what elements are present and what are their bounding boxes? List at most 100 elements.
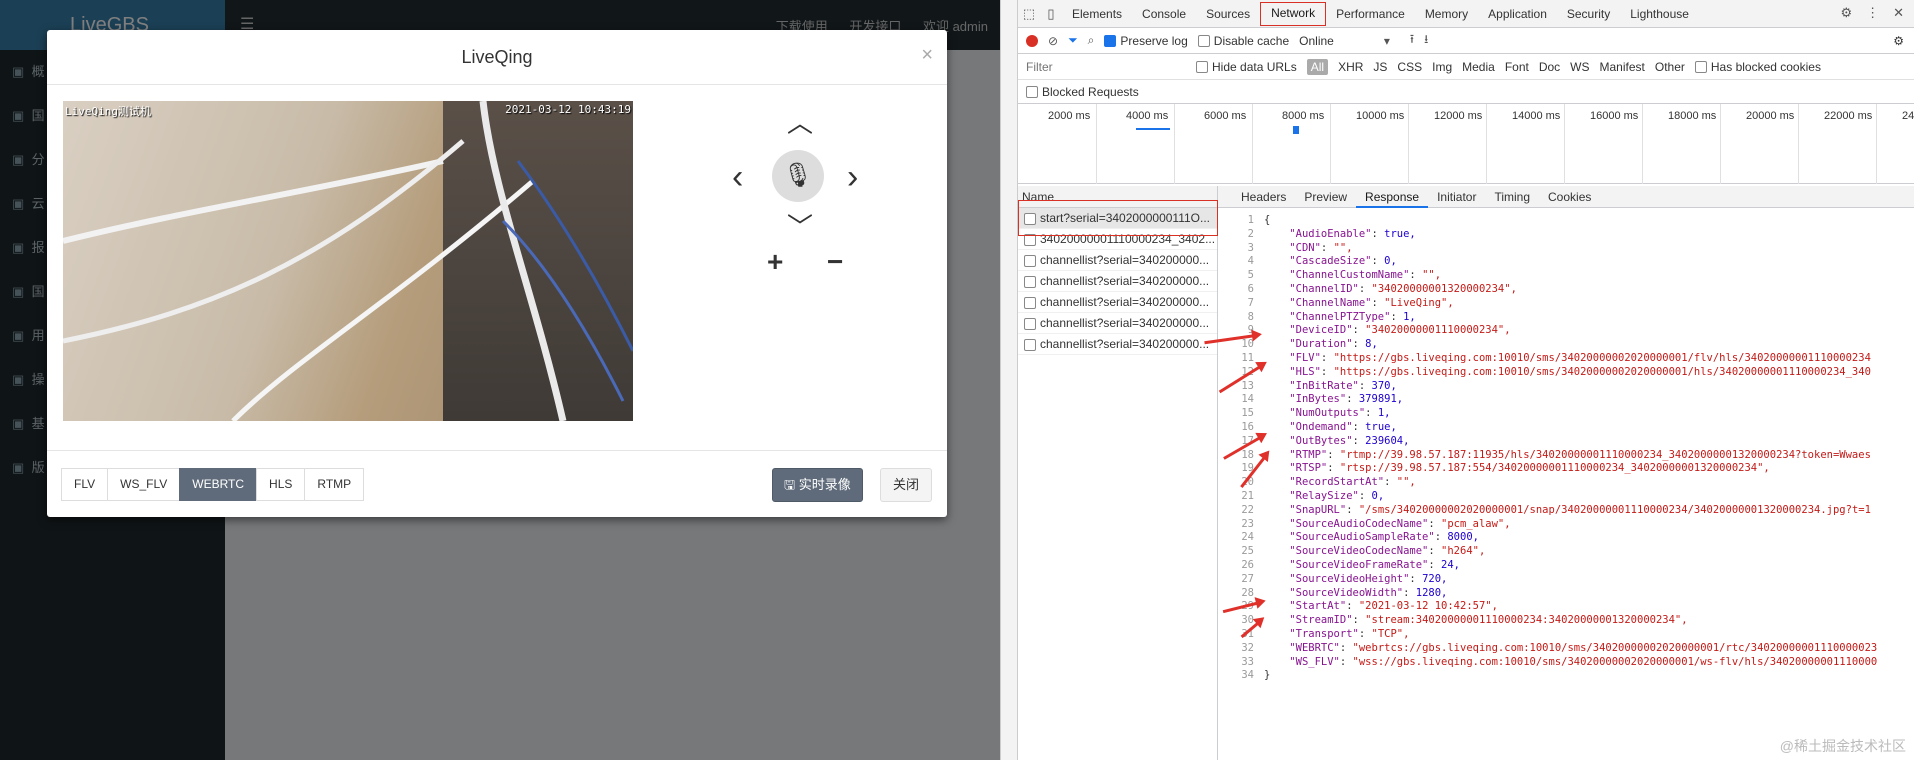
throttle-select[interactable]: Online (1299, 34, 1334, 48)
response-line: } (1264, 669, 1271, 682)
chevron-down-icon[interactable]: ﹀ (787, 214, 813, 240)
hide-data-urls-label: Hide data URLs (1212, 59, 1297, 74)
tab-elements[interactable]: Elements (1062, 0, 1132, 28)
timeline-tick: 24 (1902, 110, 1914, 122)
response-line: "ChannelName": "LiveQing", (1289, 296, 1454, 309)
type-filter-all[interactable]: All (1306, 58, 1329, 75)
response-line: "ChannelPTZType": 1, (1289, 310, 1416, 323)
disable-cache-checkbox[interactable] (1197, 34, 1210, 47)
zoom-in-button[interactable]: + (767, 248, 783, 276)
response-line: { (1264, 214, 1271, 226)
chevron-left-icon[interactable]: ‹ (732, 160, 743, 194)
close-icon[interactable]: × (921, 30, 933, 80)
inspect-icon[interactable]: ⬚ (1018, 6, 1040, 22)
request-row[interactable]: channellist?serial=340200000... (1018, 250, 1217, 271)
request-row[interactable]: channellist?serial=340200000... (1018, 334, 1217, 355)
tab-performance[interactable]: Performance (1326, 0, 1415, 28)
type-filter-font[interactable]: Font (1505, 60, 1529, 74)
devtools-tabbar: ⬚ ▯ Elements Console Sources Network Per… (1018, 0, 1914, 28)
type-filter-media[interactable]: Media (1462, 60, 1495, 74)
record-icon[interactable] (1026, 34, 1038, 47)
zoom-out-button[interactable]: − (827, 248, 843, 276)
tab-application[interactable]: Application (1478, 0, 1557, 28)
response-line: "Ondemand": true, (1289, 421, 1397, 433)
type-filter-js[interactable]: JS (1373, 60, 1387, 74)
response-line: "DeviceID": "34020000001110000234", (1289, 324, 1511, 337)
request-row[interactable]: channellist?serial=340200000... (1018, 271, 1217, 292)
format-button-hls[interactable]: HLS (256, 468, 306, 501)
response-body[interactable]: 1 {2 "AudioEnable": true, 3 "CDN": "", 4 "C… (1218, 214, 1914, 754)
response-line: "WEBRTC": "webrtcs://gbs.liveqing.com:10… (1289, 641, 1878, 654)
line-number: 11 (1241, 352, 1254, 364)
response-line: "SnapURL": "/sms/34020000002020000001/sn… (1289, 503, 1871, 516)
modal-footer: FLV WS_FLV WEBRTC HLS RTMP 🖫 实时录像 关闭 (47, 450, 947, 517)
hide-data-urls-checkbox[interactable] (1196, 60, 1208, 73)
type-filter-img[interactable]: Img (1432, 60, 1452, 74)
response-line: "SourceVideoHeight": 720, (1289, 572, 1448, 585)
has-blocked-cookies-checkbox[interactable] (1694, 60, 1707, 73)
tab-response[interactable]: Response (1356, 186, 1429, 208)
network-timeline[interactable]: 2000 ms 4000 ms 6000 ms 8000 ms 10000 ms… (1018, 104, 1914, 184)
tab-preview[interactable]: Preview (1295, 186, 1356, 208)
filter-icon[interactable]: ⏷ (1068, 33, 1078, 48)
timeline-bar (1293, 126, 1299, 134)
timeline-tick: 4000 ms (1126, 110, 1169, 122)
video-player[interactable]: LiveQing测试机 2021-03-12 10:43:19 (63, 101, 633, 421)
blocked-requests-checkbox[interactable] (1026, 85, 1038, 98)
line-number: 32 (1241, 641, 1254, 654)
response-line: "RTSP": "rtsp://39.98.57.187:554/3402000… (1289, 462, 1770, 475)
line-number: 6 (1247, 283, 1254, 295)
record-button[interactable]: 🖫 实时录像 (772, 468, 863, 502)
tab-lighthouse[interactable]: Lighthouse (1620, 0, 1699, 28)
type-filter-doc[interactable]: Doc (1539, 60, 1560, 74)
network-panel: Name✕ start?serial=3402000000111O... 340… (1018, 186, 1914, 760)
chevron-down-icon[interactable]: ▾ (1384, 34, 1390, 48)
tab-network[interactable]: Network (1260, 1, 1327, 26)
line-number: 28 (1241, 586, 1254, 599)
format-button-flv[interactable]: FLV (61, 468, 109, 501)
tab-security[interactable]: Security (1557, 0, 1620, 28)
chevron-up-icon[interactable]: ︿ (787, 110, 813, 136)
microphone-icon[interactable]: 🎙 (772, 150, 824, 202)
close-icon[interactable]: ✕ (1893, 5, 1904, 20)
tab-timing[interactable]: Timing (1485, 186, 1539, 208)
response-line: "StreamID": "stream:34020000001110000234… (1289, 614, 1688, 627)
tab-initiator[interactable]: Initiator (1428, 186, 1485, 208)
disable-cache-label: Disable cache (1213, 33, 1290, 48)
timeline-tick: 6000 ms (1204, 110, 1247, 122)
format-button-ws-flv[interactable]: WS_FLV (107, 468, 181, 501)
gear-icon[interactable]: ⚙ (1893, 34, 1904, 48)
type-filter-ws[interactable]: WS (1570, 60, 1589, 74)
type-filter-manifest[interactable]: Manifest (1600, 60, 1645, 74)
format-button-rtmp[interactable]: RTMP (304, 468, 365, 501)
chevron-right-icon[interactable]: › (847, 160, 858, 194)
timeline-tick: 18000 ms (1668, 110, 1717, 122)
request-row[interactable]: channellist?serial=340200000... (1018, 313, 1217, 334)
format-button-webrtc[interactable]: WEBRTC (179, 468, 258, 501)
tab-headers[interactable]: Headers (1232, 186, 1295, 208)
preserve-log-checkbox[interactable] (1104, 34, 1117, 47)
video-modal: LiveQing × LiveQing测试机 2021-03-12 10:43:… (47, 30, 947, 517)
device-toolbar-icon[interactable]: ▯ (1040, 6, 1062, 22)
request-row[interactable]: channellist?serial=340200000... (1018, 292, 1217, 313)
download-icon[interactable]: ⭳ (1424, 30, 1428, 51)
tab-memory[interactable]: Memory (1415, 0, 1478, 28)
upload-icon[interactable]: ⭱ (1410, 30, 1414, 51)
tab-sources[interactable]: Sources (1196, 0, 1260, 28)
filter-input[interactable] (1026, 57, 1196, 76)
type-filter-other[interactable]: Other (1655, 60, 1685, 74)
type-filter-xhr[interactable]: XHR (1338, 60, 1363, 74)
panel-divider[interactable] (1000, 0, 1018, 760)
filter-bar: Hide data URLs All XHR JS CSS Img Media … (1018, 54, 1914, 80)
response-line: "WS_FLV": "wss://gbs.liveqing.com:10010/… (1289, 655, 1878, 668)
line-number: 5 (1247, 269, 1254, 282)
close-button[interactable]: 关闭 (880, 468, 933, 502)
tab-console[interactable]: Console (1132, 0, 1196, 28)
tab-cookies[interactable]: Cookies (1539, 186, 1600, 208)
devtools-right-icons: ⚙ ⋮ ✕ (1826, 5, 1904, 21)
clear-icon[interactable]: ⊘ (1048, 34, 1058, 48)
more-icon[interactable]: ⋮ (1866, 5, 1879, 20)
type-filter-css[interactable]: CSS (1397, 60, 1422, 74)
gear-icon[interactable]: ⚙ (1840, 5, 1852, 20)
search-icon[interactable]: ⌕ (1088, 33, 1095, 48)
